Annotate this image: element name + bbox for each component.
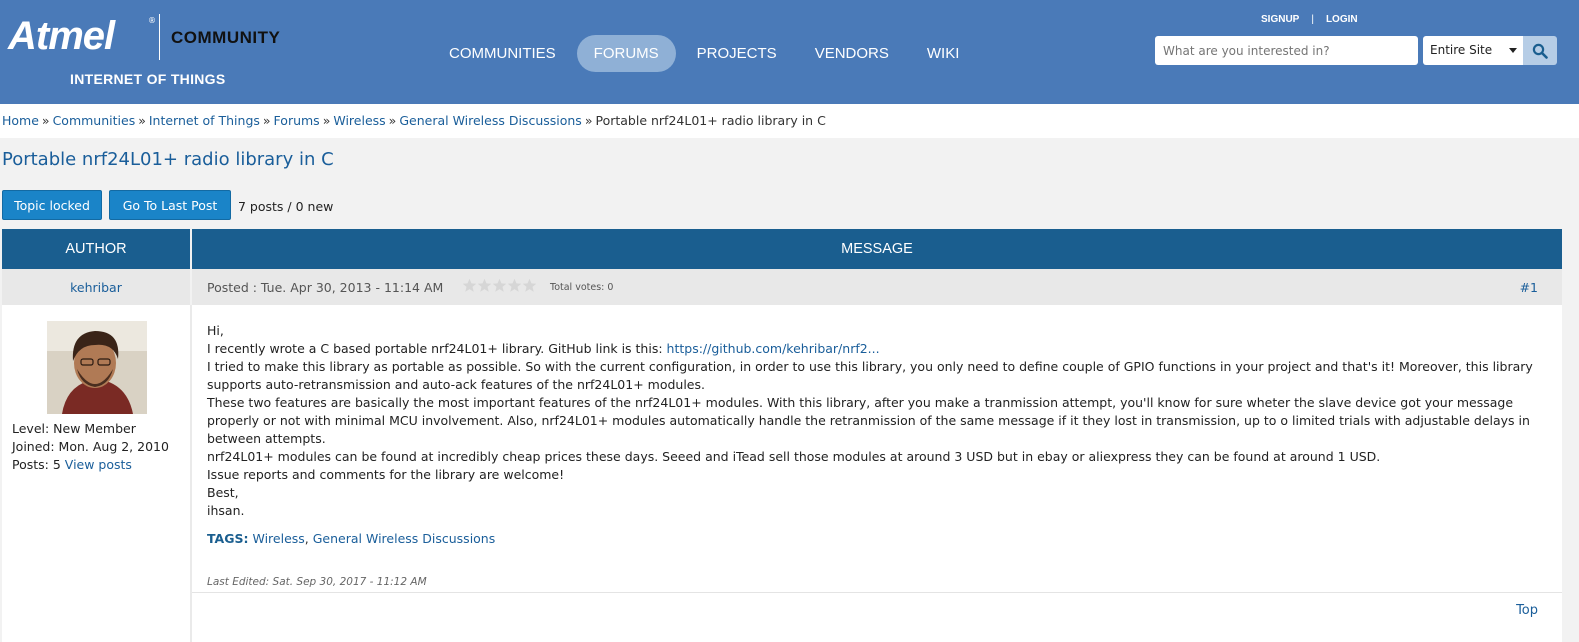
author-link[interactable]: kehribar bbox=[70, 280, 122, 295]
message-text: I recently wrote a C based portable nrf2… bbox=[207, 341, 667, 356]
atmel-community-logo[interactable]: Atmel ® COMMUNITY INTERNET OF THINGS bbox=[8, 14, 308, 94]
star-icon[interactable] bbox=[522, 278, 537, 293]
author-column-header: AUTHOR bbox=[2, 229, 190, 269]
breadcrumb-general-wireless-discussions[interactable]: General Wireless Discussions bbox=[399, 113, 582, 128]
breadcrumb-separator: » bbox=[41, 113, 50, 128]
page-title: Portable nrf24L01+ radio library in C bbox=[2, 149, 334, 170]
total-votes: Total votes: 0 bbox=[550, 282, 614, 293]
breadcrumb-wireless[interactable]: Wireless bbox=[333, 113, 385, 128]
nav-projects[interactable]: PROJECTS bbox=[680, 35, 794, 72]
message-line: I recently wrote a C based portable nrf2… bbox=[207, 340, 1547, 358]
back-to-top-link[interactable]: Top bbox=[1516, 603, 1538, 618]
author-info-panel: Level: New Member Joined: Mon. Aug 2, 20… bbox=[2, 305, 190, 642]
message-line: Best, bbox=[207, 485, 239, 500]
account-links-separator: | bbox=[1311, 14, 1314, 25]
breadcrumb: Home» Communities» Internet of Things» Foru… bbox=[0, 104, 1579, 138]
avatar-photo bbox=[47, 321, 147, 414]
breadcrumb-communities[interactable]: Communities bbox=[53, 113, 136, 128]
signup-link[interactable]: SIGNUP bbox=[1261, 14, 1299, 25]
logo-community: COMMUNITY bbox=[171, 28, 281, 47]
tag-link[interactable]: Wireless bbox=[252, 531, 304, 546]
message-line: I tried to make this library as portable… bbox=[207, 359, 1533, 392]
login-link[interactable]: LOGIN bbox=[1326, 14, 1358, 25]
go-to-last-post-button[interactable]: Go To Last Post bbox=[109, 190, 231, 220]
logo-brand: Atmel bbox=[8, 14, 115, 58]
nav-vendors[interactable]: VENDORS bbox=[798, 35, 906, 72]
post-author-cell: kehribar bbox=[2, 269, 190, 305]
tag-separator: , bbox=[304, 531, 313, 546]
breadcrumb-home[interactable]: Home bbox=[2, 113, 39, 128]
search-button[interactable] bbox=[1523, 36, 1557, 65]
nav-forums[interactable]: FORUMS bbox=[576, 34, 676, 72]
main-nav: COMMUNITIES FORUMS PROJECTS VENDORS WIKI bbox=[432, 34, 980, 72]
breadcrumb-internet-of-things[interactable]: Internet of Things bbox=[149, 113, 260, 128]
breadcrumb-separator: » bbox=[388, 113, 397, 128]
post-body: Hi, I recently wrote a C based portable … bbox=[192, 305, 1562, 642]
post-message: Hi, I recently wrote a C based portable … bbox=[207, 322, 1547, 520]
message-line: ihsan. bbox=[207, 503, 245, 518]
search-input[interactable] bbox=[1155, 36, 1418, 65]
nav-communities[interactable]: COMMUNITIES bbox=[432, 35, 573, 72]
breadcrumb-forums[interactable]: Forums bbox=[274, 113, 320, 128]
breadcrumb-separator: » bbox=[262, 113, 271, 128]
message-line: nrf24L01+ modules can be found at incred… bbox=[207, 449, 1381, 464]
message-line: Issue reports and comments for the libra… bbox=[207, 467, 565, 482]
member-info: Level: New Member Joined: Mon. Aug 2, 20… bbox=[12, 420, 169, 474]
message-line: These two features are basically the mos… bbox=[207, 395, 1530, 446]
star-icon[interactable] bbox=[492, 278, 507, 293]
last-edited: Last Edited: Sat. Sep 30, 2017 - 11:12 A… bbox=[207, 576, 427, 588]
member-joined: Joined: Mon. Aug 2, 2010 bbox=[12, 439, 169, 454]
star-icon[interactable] bbox=[477, 278, 492, 293]
search-scope-value: Entire Site bbox=[1430, 43, 1493, 57]
post-divider bbox=[192, 592, 1562, 593]
logo-registered-mark: ® bbox=[148, 16, 156, 25]
breadcrumb-separator: » bbox=[138, 113, 146, 128]
breadcrumb-separator: » bbox=[322, 113, 331, 128]
account-links: SIGNUP | LOGIN bbox=[1261, 14, 1358, 25]
posted-date: Posted : Tue. Apr 30, 2013 - 11:14 AM bbox=[207, 280, 444, 295]
caret-down-icon bbox=[1509, 48, 1517, 53]
post-count: 7 posts / 0 new bbox=[238, 199, 334, 214]
tag-link[interactable]: General Wireless Discussions bbox=[313, 531, 496, 546]
member-level: Level: New Member bbox=[12, 421, 136, 436]
breadcrumb-current: Portable nrf24L01+ radio library in C bbox=[595, 113, 826, 128]
search-icon bbox=[1532, 43, 1548, 59]
post-tags: TAGS: Wireless, General Wireless Discuss… bbox=[207, 531, 495, 546]
avatar[interactable] bbox=[47, 321, 147, 414]
member-posts: Posts: 5 View posts bbox=[12, 456, 169, 474]
breadcrumb-separator: » bbox=[584, 113, 593, 128]
tags-label: TAGS: bbox=[207, 531, 249, 546]
site-header: Atmel ® COMMUNITY INTERNET OF THINGS COM… bbox=[0, 0, 1579, 104]
nav-wiki[interactable]: WIKI bbox=[910, 35, 977, 72]
search-scope-select[interactable]: Entire Site bbox=[1423, 36, 1523, 65]
post-meta: Posted : Tue. Apr 30, 2013 - 11:14 AM To… bbox=[192, 269, 1562, 305]
star-icon[interactable] bbox=[507, 278, 522, 293]
github-link[interactable]: https://github.com/kehribar/nrf2... bbox=[667, 341, 880, 356]
post-number-link[interactable]: #1 bbox=[1520, 280, 1538, 295]
rating-stars[interactable] bbox=[462, 278, 537, 293]
logo-tagline: INTERNET OF THINGS bbox=[70, 71, 226, 87]
view-posts-link[interactable]: View posts bbox=[65, 457, 132, 472]
logo-divider bbox=[159, 14, 160, 60]
member-post-count: Posts: 5 bbox=[12, 457, 61, 472]
message-line: Hi, bbox=[207, 323, 224, 338]
message-column-header: MESSAGE bbox=[192, 229, 1562, 269]
topic-locked-button[interactable]: Topic locked bbox=[2, 190, 102, 220]
star-icon[interactable] bbox=[462, 278, 477, 293]
